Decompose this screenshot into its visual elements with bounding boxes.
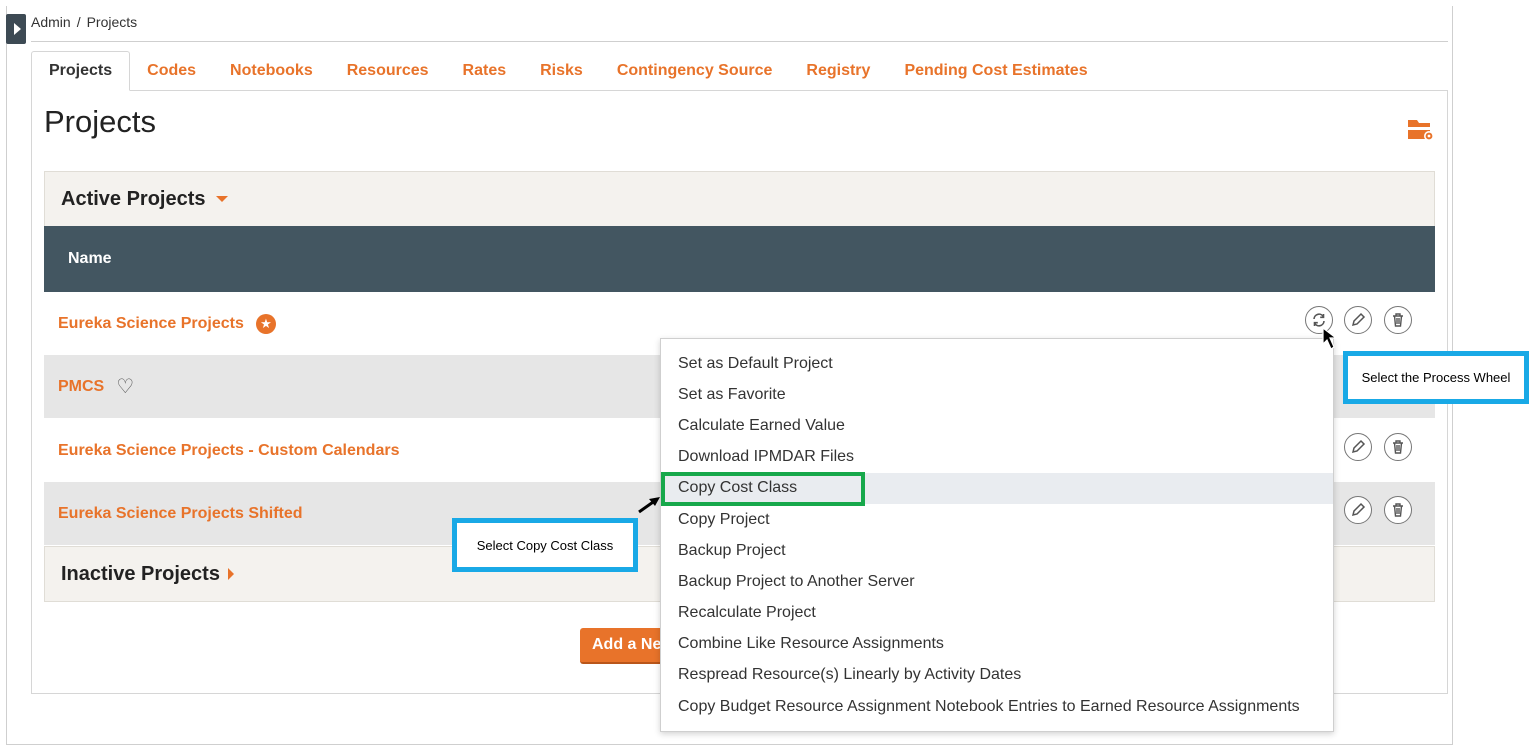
caret-right-icon xyxy=(227,568,234,580)
tab-projects[interactable]: Projects xyxy=(31,51,131,91)
breadcrumb-divider xyxy=(31,41,1448,42)
trash-icon xyxy=(1393,503,1403,517)
process-menu: Set as Default Project Set as Favorite C… xyxy=(660,338,1334,732)
menu-item-backup-project[interactable]: Backup Project xyxy=(661,535,1333,566)
menu-item-backup-to-server[interactable]: Backup Project to Another Server xyxy=(661,566,1333,597)
pencil-icon xyxy=(1351,502,1366,517)
tab-rates[interactable]: Rates xyxy=(446,51,524,91)
delete-button[interactable] xyxy=(1384,433,1412,461)
tab-resources[interactable]: Resources xyxy=(330,51,446,91)
tab-contingency-source[interactable]: Contingency Source xyxy=(600,51,790,91)
breadcrumb-projects: Projects xyxy=(86,14,138,30)
arrow-pointer-icon xyxy=(638,497,660,514)
trash-icon xyxy=(1393,313,1403,327)
menu-item-set-favorite[interactable]: Set as Favorite xyxy=(661,379,1333,410)
tab-notebooks[interactable]: Notebooks xyxy=(213,51,330,91)
menu-item-respread-resources[interactable]: Respread Resource(s) Linearly by Activit… xyxy=(661,660,1333,691)
menu-item-download-ipmdar[interactable]: Download IPMDAR Files xyxy=(661,442,1333,473)
project-link[interactable]: Eureka Science Projects Shifted xyxy=(58,505,303,523)
inactive-projects-title: Inactive Projects xyxy=(61,562,220,585)
edit-button[interactable] xyxy=(1344,306,1372,334)
sidebar-toggle-button[interactable] xyxy=(6,14,26,44)
favorite-heart-icon[interactable]: ♡ xyxy=(116,377,134,397)
project-link[interactable]: Eureka Science Projects - Custom Calenda… xyxy=(58,442,399,460)
mouse-cursor-icon xyxy=(1322,326,1338,350)
project-link[interactable]: Eureka Science Projects xyxy=(58,315,244,333)
breadcrumb-admin[interactable]: Admin xyxy=(31,14,71,30)
table-header: Name xyxy=(44,226,1435,292)
column-name-header[interactable]: Name xyxy=(68,250,112,268)
trash-icon xyxy=(1393,440,1403,454)
menu-item-copy-project[interactable]: Copy Project xyxy=(661,504,1333,535)
edit-button[interactable] xyxy=(1344,496,1372,524)
callout-process-wheel: Select the Process Wheel xyxy=(1343,351,1529,404)
copy-cost-class-highlight xyxy=(661,472,865,506)
menu-item-set-default[interactable]: Set as Default Project xyxy=(661,348,1333,379)
tab-pending-cost-estimates[interactable]: Pending Cost Estimates xyxy=(887,51,1104,91)
tab-registry[interactable]: Registry xyxy=(789,51,887,91)
breadcrumb: Admin / Projects xyxy=(31,14,137,30)
active-projects-title: Active Projects xyxy=(61,187,206,210)
page-title: Projects xyxy=(44,104,156,139)
tab-risks[interactable]: Risks xyxy=(523,51,600,91)
caret-down-icon xyxy=(215,196,228,202)
edit-button[interactable] xyxy=(1344,433,1372,461)
tab-codes[interactable]: Codes xyxy=(130,51,213,91)
pencil-icon xyxy=(1351,439,1366,454)
breadcrumb-separator: / xyxy=(76,14,81,30)
add-project-button[interactable]: Add a New Project xyxy=(580,628,670,664)
delete-button[interactable] xyxy=(1384,306,1412,334)
delete-button[interactable] xyxy=(1384,496,1412,524)
callout-copy-cost-class: Select Copy Cost Class xyxy=(452,518,638,572)
default-star-icon: ★ xyxy=(255,313,276,334)
menu-item-copy-budget-notebook[interactable]: Copy Budget Resource Assignment Notebook… xyxy=(661,691,1333,722)
menu-item-combine-assignments[interactable]: Combine Like Resource Assignments xyxy=(661,629,1333,660)
menu-item-recalculate[interactable]: Recalculate Project xyxy=(661,598,1333,629)
pencil-icon xyxy=(1351,312,1366,327)
active-projects-header[interactable]: Active Projects xyxy=(44,171,1435,227)
admin-tabs: Projects Codes Notebooks Resources Rates… xyxy=(31,51,1105,91)
menu-item-calculate-earned-value[interactable]: Calculate Earned Value xyxy=(661,410,1333,441)
expand-arrow-icon xyxy=(13,23,21,35)
project-link[interactable]: PMCS xyxy=(58,378,104,396)
folder-settings-icon[interactable] xyxy=(1407,116,1435,142)
